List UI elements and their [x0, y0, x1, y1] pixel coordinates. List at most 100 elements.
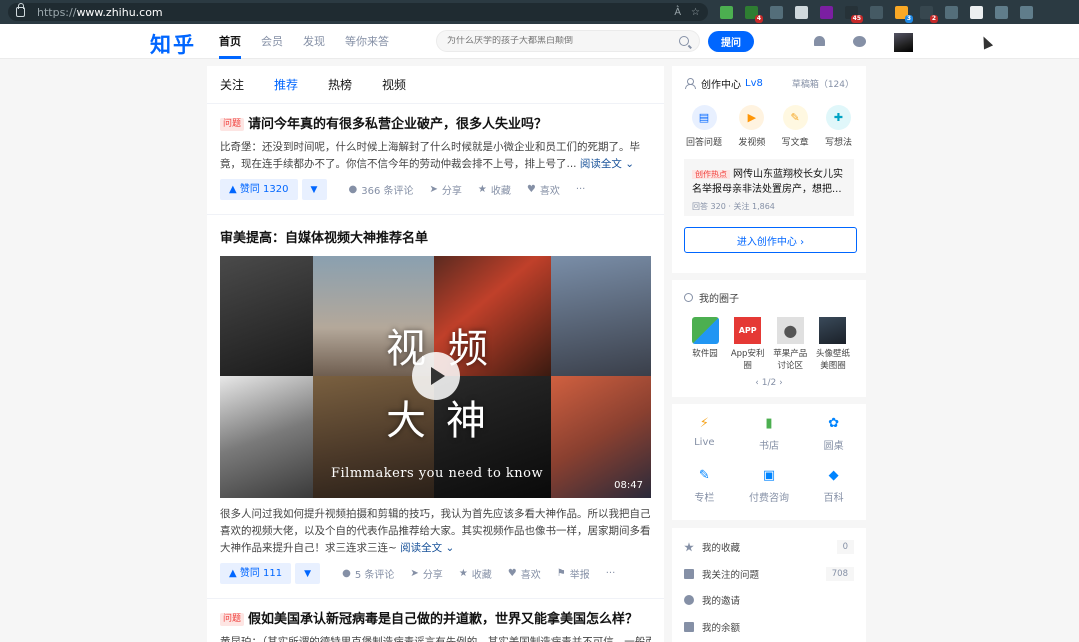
shortcut-bookstore[interactable]: ▮ 书店	[737, 416, 802, 452]
upvote-button[interactable]: ▲ 赞同 111	[220, 563, 292, 584]
document-icon: ▤	[691, 105, 717, 130]
share-button[interactable]: ➤ 分享	[410, 566, 442, 581]
shortcut-column[interactable]: ✎ 专栏	[672, 468, 737, 504]
tab-recommend[interactable]: 推荐	[274, 76, 298, 93]
search-input[interactable]	[447, 36, 667, 46]
shortcut-live[interactable]: ⚡ Live	[672, 416, 737, 452]
comment-button[interactable]: ● 366 条评论	[349, 182, 414, 197]
play-icon[interactable]	[412, 352, 460, 400]
answer-question-button[interactable]: ▤ 回答问题	[686, 105, 722, 148]
tab-follow[interactable]: 关注	[220, 76, 244, 93]
favorite-button[interactable]: ★ 收藏	[459, 566, 492, 581]
article-excerpt[interactable]: 很多人问过我如何提升视频拍摄和剪辑的技巧，我认为首先应该多看大神作品。所以我把自…	[220, 506, 651, 557]
question-title[interactable]: 问题 假如美国承认新冠病毒是自己做的并道歉，世界又能拿美国怎么样？	[220, 611, 651, 628]
drafts-link[interactable]: 草稿箱（124）	[792, 77, 854, 90]
share-icon: ➤	[410, 568, 419, 579]
nav-home[interactable]: 首页	[219, 24, 241, 59]
circle-item[interactable]: 软件园	[684, 317, 726, 372]
message-icon[interactable]	[853, 35, 866, 48]
answer-excerpt[interactable]: 黄昆珀：（其实所谓的德特里克堡制造病毒谣言有先例的，其实美国制造病毒并不可信，一…	[220, 634, 651, 642]
hotspot-meta: 回答 320 · 关注 1,864	[692, 202, 775, 211]
zhihu-logo[interactable]: 知乎	[150, 29, 196, 59]
video-player[interactable]: 视 频 大 神 Filmmakers you need to know 08:4…	[220, 256, 651, 498]
avatar[interactable]	[894, 33, 913, 52]
puzzle-icon[interactable]	[995, 5, 1008, 19]
answer-excerpt[interactable]: 比奇堡：还没到时间呢，什么时候上海解封了什么时候就是小微企业和员工们的死期了。毕…	[220, 139, 651, 173]
favorite-star-icon[interactable]: ☆	[691, 7, 700, 18]
apple-icon: ●	[776, 317, 804, 344]
downvote-button[interactable]: ▼	[295, 563, 321, 584]
circle-item[interactable]: APP App安利圈	[727, 317, 769, 372]
search-icon[interactable]	[679, 36, 689, 46]
nav-vip[interactable]: 会员	[261, 24, 283, 59]
nav-waiting[interactable]: 等你来答	[345, 24, 389, 59]
search-box	[436, 30, 700, 52]
enter-creator-center-button[interactable]: 进入创作中心 ›	[684, 227, 857, 253]
mouse-cursor-icon	[978, 34, 994, 50]
read-aloud-icon[interactable]: A͛	[674, 7, 681, 18]
bell-icon[interactable]	[813, 35, 826, 48]
thumbnail-tile	[220, 256, 313, 376]
consult-icon: ▣	[762, 468, 776, 483]
like-button[interactable]: ♥ 喜欢	[527, 182, 560, 197]
report-button[interactable]: ⚑ 举报	[557, 566, 590, 581]
circle-item[interactable]: 头像壁纸美图圈	[812, 317, 854, 372]
play-ext-icon[interactable]	[945, 5, 958, 19]
mountain-ext-icon[interactable]	[795, 5, 808, 19]
read-more-link[interactable]: 阅读全文 ⌄	[580, 158, 634, 170]
invite-icon	[684, 595, 694, 606]
circle-icon	[684, 293, 693, 302]
video-subtitle: Filmmakers you need to know	[331, 466, 544, 481]
link-ext-icon[interactable]	[870, 5, 883, 19]
creator-title[interactable]: 创作中心	[701, 76, 741, 91]
site-header: 知乎 首页 会员 发现 等你来答 提问	[0, 24, 1079, 59]
upvote-button[interactable]: ▲ 赞同 1320	[220, 179, 298, 200]
record-ext-icon[interactable]: 2	[920, 5, 938, 23]
shortcut-wiki[interactable]: ◆ 百科	[801, 468, 866, 504]
extension-icon[interactable]	[720, 5, 733, 19]
comment-button[interactable]: ● 5 条评论	[342, 566, 394, 581]
star-icon	[684, 542, 694, 552]
share-button[interactable]: ➤ 分享	[430, 182, 462, 197]
favorite-button[interactable]: ★ 收藏	[478, 182, 511, 197]
lightning-icon: ⚡	[699, 416, 709, 431]
wallet-icon	[684, 621, 694, 632]
circle-item[interactable]: ● 苹果产品讨论区	[769, 317, 811, 372]
shortcut-roundtable[interactable]: ✿ 圆桌	[801, 416, 866, 452]
favorites-icon[interactable]	[1020, 5, 1033, 19]
feed-tabs: 关注 推荐 热榜 视频	[207, 66, 664, 104]
tab-hot[interactable]: 热榜	[328, 76, 352, 93]
shortcut-paid-consult[interactable]: ▣ 付费咨询	[737, 468, 802, 504]
copy-ext-icon[interactable]	[770, 5, 783, 19]
write-article-button[interactable]: ✎ 写文章	[782, 105, 809, 148]
like-button[interactable]: ♥ 喜欢	[508, 566, 541, 581]
downvote-button[interactable]: ▼	[301, 179, 327, 200]
article-title[interactable]: 审美提高：自媒体视频大神推荐名单	[220, 227, 651, 246]
question-title[interactable]: 问题 请问今年真的有很多私营企业破产，很多人失业吗？	[220, 116, 651, 133]
book-icon: ▮	[765, 416, 773, 431]
shield-ext-icon[interactable]: 4	[745, 5, 763, 23]
tab-video[interactable]: 视频	[382, 76, 406, 93]
link-favorites[interactable]: 我的收藏 0	[684, 534, 854, 561]
address-bar[interactable]: https:// www.zhihu.com A͛ ☆	[8, 3, 708, 21]
circles-pager[interactable]: ‹ 1/2 ›	[684, 378, 854, 388]
creation-hotspot[interactable]: 创作热点 网传山东蓝翔校长女儿实名举报母亲非法处置房产，想把... 回答 320 …	[684, 159, 854, 216]
link-followed-questions[interactable]: 我关注的问题 708	[684, 561, 854, 588]
write-idea-button[interactable]: ✚ 写想法	[825, 105, 852, 148]
nav-discover[interactable]: 发现	[303, 24, 325, 59]
more-button[interactable]: ···	[576, 184, 586, 195]
ia-ext-icon[interactable]	[820, 5, 833, 19]
post-video-button[interactable]: ▶ 发视频	[738, 105, 765, 148]
thumbnail-tile	[551, 256, 651, 376]
link-invitations[interactable]: 我的邀请	[684, 587, 854, 614]
more-button[interactable]: ···	[606, 568, 616, 579]
feed-item: 审美提高：自媒体视频大神推荐名单 视 频 大 神 Filmmakers you …	[207, 215, 664, 599]
s-ext-icon[interactable]	[970, 5, 983, 19]
ask-button[interactable]: 提问	[708, 31, 754, 52]
read-more-link[interactable]: 阅读全文 ⌄	[400, 542, 454, 554]
creator-level[interactable]: Lv8	[745, 78, 763, 89]
flag-ext-icon[interactable]: 3	[895, 5, 913, 23]
video-title-char: 神	[446, 398, 486, 444]
dashboard-ext-icon[interactable]: 45	[845, 5, 863, 23]
link-balance[interactable]: 我的余额	[684, 614, 854, 641]
